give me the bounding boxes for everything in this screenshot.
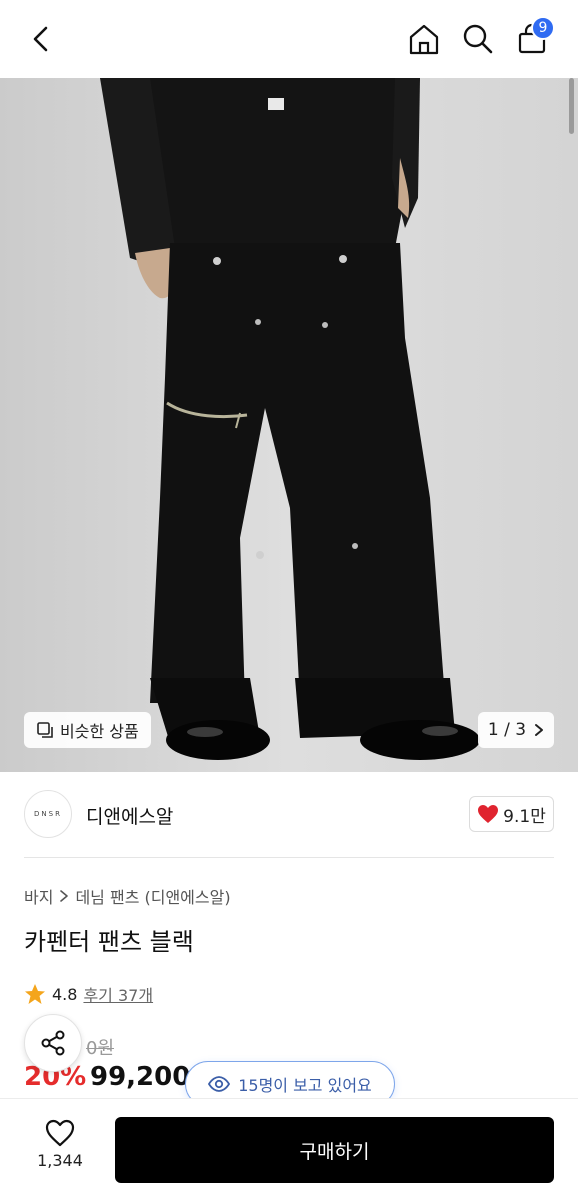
back-button[interactable] bbox=[20, 18, 62, 60]
divider bbox=[24, 857, 554, 858]
product-image-carousel[interactable] bbox=[0, 78, 578, 772]
search-button[interactable] bbox=[457, 18, 499, 60]
buy-button[interactable]: 구매하기 bbox=[115, 1117, 554, 1183]
copy-icon bbox=[37, 722, 53, 738]
share-icon bbox=[41, 1030, 65, 1056]
sale-price: 99,200 bbox=[90, 1062, 191, 1092]
wishlist-button[interactable]: 1,344 bbox=[24, 1119, 96, 1183]
rating-row: 4.8 후기 37개 bbox=[24, 982, 153, 1006]
image-pager-button[interactable]: 1 / 3 bbox=[478, 712, 554, 748]
search-icon bbox=[463, 24, 493, 54]
product-photo bbox=[0, 78, 578, 772]
image-pager-text: 1 / 3 bbox=[487, 720, 527, 740]
heart-outline-icon bbox=[45, 1119, 75, 1147]
original-price: 0원 bbox=[86, 1038, 115, 1059]
home-icon bbox=[409, 24, 439, 55]
breadcrumb-item-denim[interactable]: 데님 팬츠 (디앤에스알) bbox=[75, 884, 230, 908]
similar-products-label: 비슷한 상품 bbox=[60, 722, 139, 741]
share-button[interactable] bbox=[24, 1014, 82, 1072]
rating-value: 4.8 bbox=[52, 984, 78, 1004]
page-scrollbar[interactable] bbox=[569, 78, 574, 134]
live-viewers-text: 15명이 보고 있어요 bbox=[238, 1076, 372, 1095]
brand-like-count: 9.1만 bbox=[503, 806, 546, 827]
eye-icon bbox=[208, 1076, 231, 1092]
brand-row: DNSR 디앤에스알 9.1만 bbox=[0, 772, 578, 858]
brand-name[interactable]: 디앤에스알 bbox=[86, 802, 173, 829]
brand-like-button[interactable]: 9.1만 bbox=[469, 796, 554, 832]
reviews-link[interactable]: 후기 37개 bbox=[83, 982, 153, 1006]
cart-count-badge: 9 bbox=[531, 16, 555, 40]
star-icon bbox=[25, 984, 45, 1004]
bottom-action-bar: 1,344 구매하기 bbox=[0, 1098, 578, 1200]
home-button[interactable] bbox=[403, 18, 445, 60]
wishlist-count: 1,344 bbox=[37, 1151, 83, 1170]
brand-logo[interactable]: DNSR bbox=[24, 790, 72, 838]
breadcrumb: 바지 데님 팬츠 (디앤에스알) bbox=[24, 884, 231, 908]
product-title: 카펜터 팬츠 블랙 bbox=[24, 928, 194, 956]
top-app-bar: 9 bbox=[0, 0, 578, 78]
chevron-left-icon bbox=[33, 26, 48, 52]
breadcrumb-item-pants[interactable]: 바지 bbox=[24, 884, 53, 908]
brand-logo-text: DNSR bbox=[34, 810, 62, 818]
chevron-right-icon bbox=[60, 890, 69, 902]
similar-products-button[interactable]: 비슷한 상품 bbox=[24, 712, 151, 748]
heart-filled-icon bbox=[478, 805, 499, 823]
cart-button[interactable]: 9 bbox=[511, 16, 555, 60]
chevron-right-icon bbox=[535, 724, 544, 736]
